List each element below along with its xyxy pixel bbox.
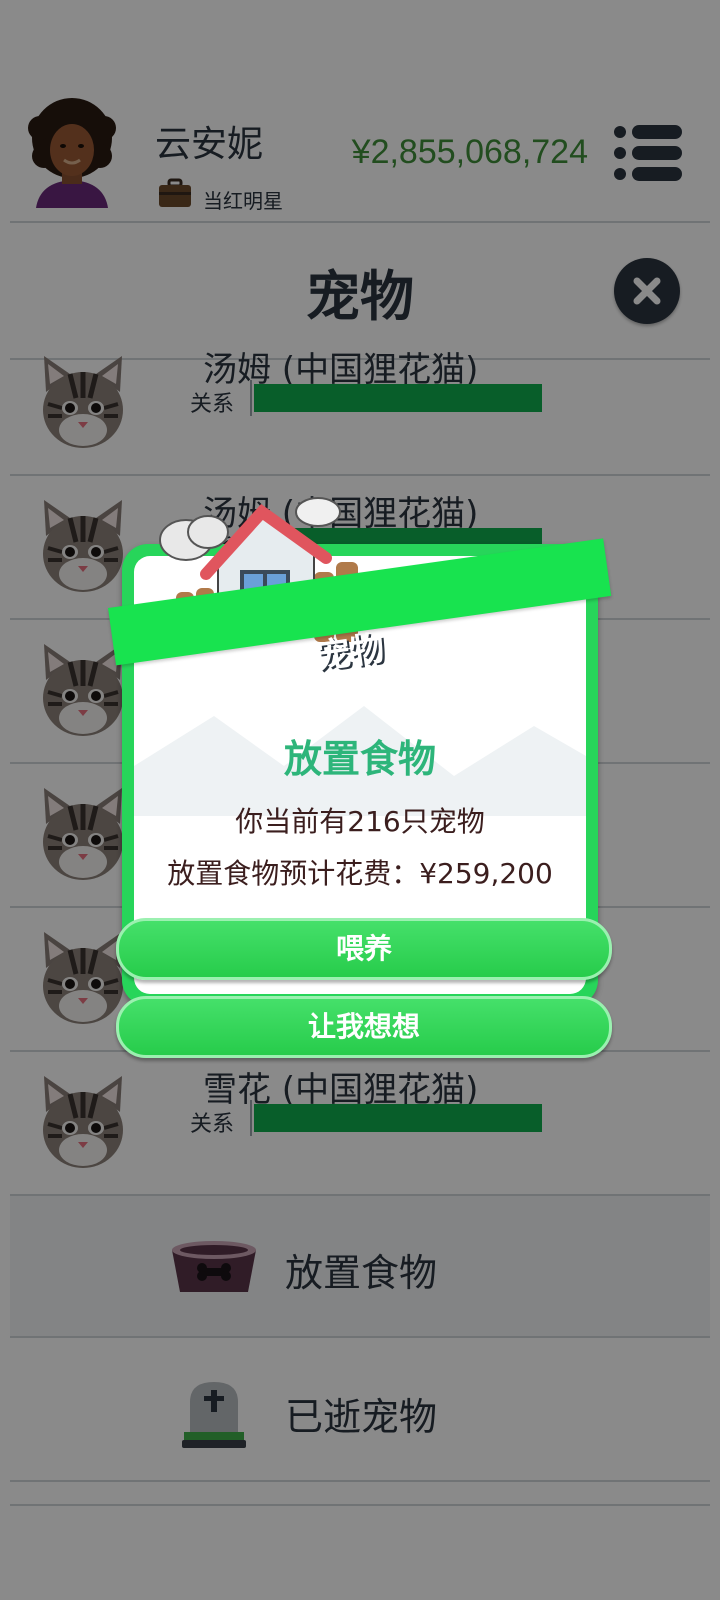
feed-button[interactable]: 喂养 (116, 918, 612, 980)
dialog-ribbon-title: 宠物 (314, 628, 387, 678)
dialog-heading: 放置食物 (283, 737, 436, 781)
let-me-think-button[interactable]: 让我想想 (116, 996, 612, 1058)
food-cost-text: 放置食物预计花费：¥259,200 (167, 857, 553, 890)
pet-count-text: 你当前有216只宠物 (235, 805, 485, 838)
